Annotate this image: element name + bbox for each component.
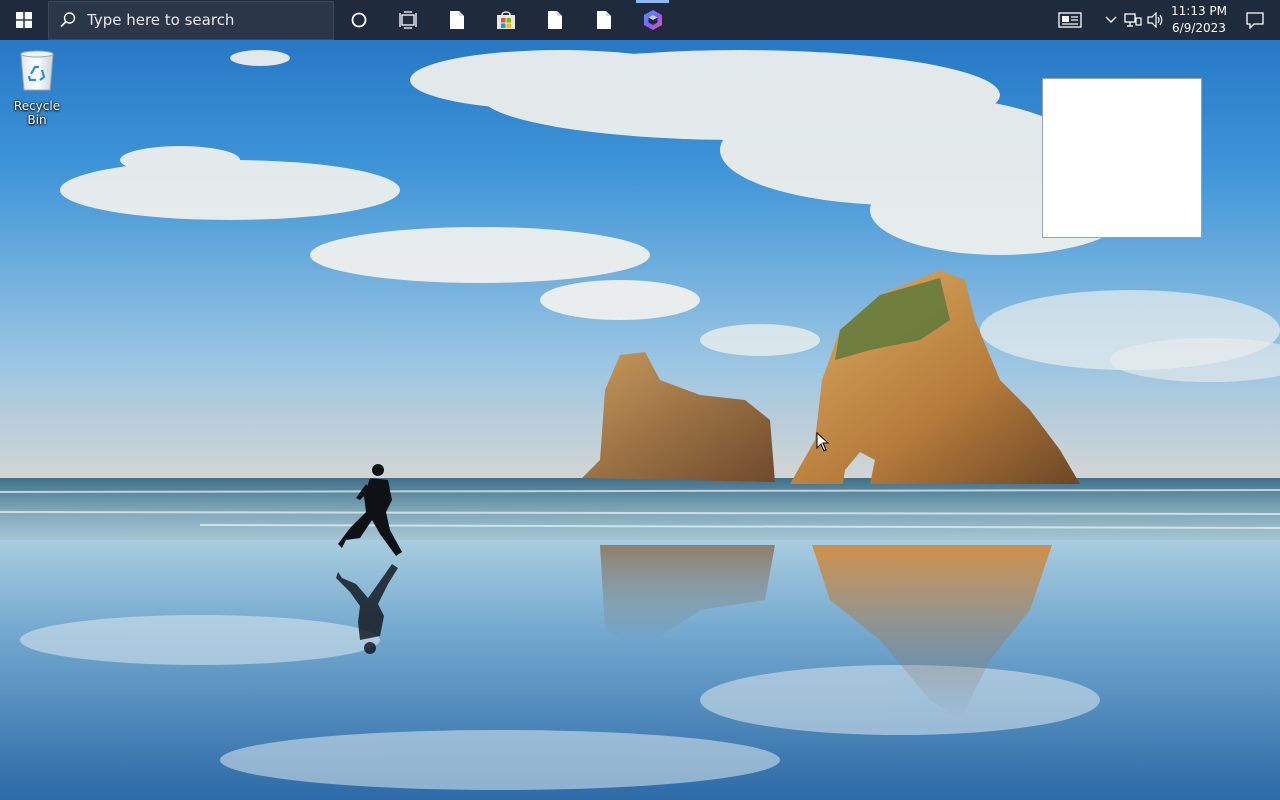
mouse-cursor-icon xyxy=(816,432,830,452)
volume-icon xyxy=(1147,12,1163,28)
desktop-icon-label: Recycle Bin xyxy=(13,99,61,127)
notification-icon xyxy=(1246,12,1264,29)
cortana-icon xyxy=(351,12,366,28)
task-view-button[interactable] xyxy=(383,0,432,40)
network-icon xyxy=(1124,13,1142,27)
network-button[interactable] xyxy=(1122,0,1144,40)
clock[interactable]: 11:13 PM 6/9/2023 xyxy=(1168,0,1230,40)
cortana-button[interactable] xyxy=(334,0,383,40)
search-placeholder: Type here to search xyxy=(87,11,235,29)
copilot-icon xyxy=(643,10,662,30)
show-hidden-icons-button[interactable] xyxy=(1100,0,1122,40)
chevron-up-icon xyxy=(1105,16,1117,23)
action-center-button[interactable] xyxy=(1230,0,1280,40)
clock-time: 11:13 PM xyxy=(1171,4,1227,18)
system-tray: 11:13 PM 6/9/2023 xyxy=(1048,0,1280,40)
search-icon xyxy=(60,12,76,28)
start-button[interactable] xyxy=(0,0,48,40)
task-view-icon xyxy=(398,11,417,29)
microsoft-store-icon xyxy=(496,11,515,29)
file-icon xyxy=(547,11,562,29)
taskbar-app-file-2[interactable] xyxy=(530,0,579,40)
file-icon xyxy=(449,11,464,29)
taskbar-app-file-3[interactable] xyxy=(579,0,628,40)
blank-white-window[interactable] xyxy=(1042,78,1202,238)
recycle-bin-icon xyxy=(20,50,54,91)
file-icon xyxy=(596,11,611,29)
search-input[interactable]: Type here to search xyxy=(48,0,334,40)
volume-button[interactable] xyxy=(1144,0,1168,40)
desktop-screen: Type here to search 11:13 PM 6/9/2023 Re… xyxy=(0,0,1280,800)
taskbar-app-microsoft-store[interactable] xyxy=(481,0,530,40)
desktop-icon-recycle-bin[interactable]: Recycle Bin xyxy=(4,48,70,127)
news-widget-icon xyxy=(1058,12,1082,28)
taskbar: Type here to search 11:13 PM 6/9/2023 xyxy=(0,0,1280,40)
taskbar-app-copilot[interactable] xyxy=(628,0,677,40)
news-widget-button[interactable] xyxy=(1048,0,1092,40)
clock-date: 6/9/2023 xyxy=(1172,21,1226,35)
taskbar-app-file-1[interactable] xyxy=(432,0,481,40)
windows-logo-icon xyxy=(16,12,32,28)
